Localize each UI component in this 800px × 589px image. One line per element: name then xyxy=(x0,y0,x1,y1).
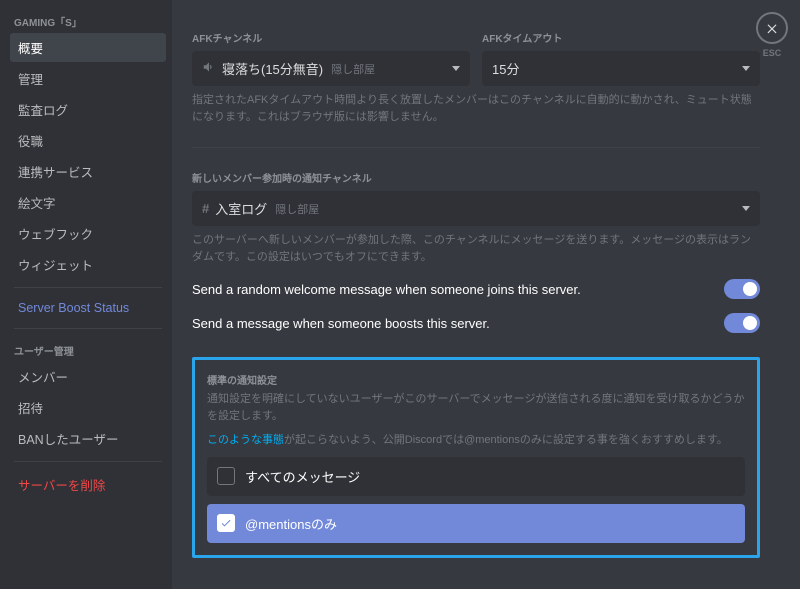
afk-helper-text: 指定されたAFKタイムアウト時間より長く放置したメンバーはこのチャンネルに自動的… xyxy=(192,92,760,125)
section-divider xyxy=(192,147,760,148)
sidebar-item-invites[interactable]: 招待 xyxy=(10,393,166,422)
welcome-message-toggle[interactable] xyxy=(724,279,760,299)
speaker-icon xyxy=(202,60,216,77)
checkbox-unchecked xyxy=(217,467,235,485)
notification-option-all[interactable]: すべてのメッセージ xyxy=(207,457,745,496)
sidebar-item-bans[interactable]: BANしたユーザー xyxy=(10,424,166,453)
sidebar-divider xyxy=(14,328,162,329)
sidebar-item-audit-log[interactable]: 監査ログ xyxy=(10,95,166,124)
sidebar-item-members[interactable]: メンバー xyxy=(10,362,166,391)
checkbox-checked xyxy=(217,514,235,532)
boost-message-toggle[interactable] xyxy=(724,313,760,333)
welcome-channel-label: 新しいメンバー参加時の通知チャンネル xyxy=(192,170,760,185)
sidebar-item-boost[interactable]: Server Boost Status xyxy=(10,296,166,320)
main-content: ESC AFKチャンネル 寝落ち(15分無音) 隠し部屋 AFKタイムアウト 1… xyxy=(172,0,800,589)
sidebar-item-delete-server[interactable]: サーバーを削除 xyxy=(10,470,166,499)
afk-channel-label: AFKチャンネル xyxy=(192,30,470,45)
sidebar-item-widget[interactable]: ウィジェット xyxy=(10,250,166,279)
afk-timeout-select[interactable]: 15分 xyxy=(482,51,760,86)
notification-label: 標準の通知設定 xyxy=(207,372,745,387)
welcome-channel-value: 入室ログ xyxy=(215,199,267,218)
sidebar-item-moderation[interactable]: 管理 xyxy=(10,64,166,93)
chevron-down-icon xyxy=(742,206,750,211)
welcome-channel-category: 隠し部屋 xyxy=(275,201,319,217)
afk-timeout-value: 15分 xyxy=(492,59,519,78)
user-management-title: ユーザー管理 xyxy=(14,343,166,358)
esc-label: ESC xyxy=(756,48,788,58)
welcome-helper-text: このサーバーへ新しいメンバーが参加した際、このチャンネルにメッセージを送ります。… xyxy=(192,232,760,265)
notification-helper-text: 通知設定を明確にしていないユーザーがこのサーバーでメッセージが送信される度に通知… xyxy=(207,391,745,424)
close-button[interactable]: ESC xyxy=(756,12,788,58)
sidebar-divider xyxy=(14,461,162,462)
close-icon[interactable] xyxy=(756,12,788,44)
welcome-channel-select[interactable]: # 入室ログ 隠し部屋 xyxy=(192,191,760,226)
settings-sidebar: GAMING「S」 概要 管理 監査ログ 役職 連携サービス 絵文字 ウェブフッ… xyxy=(0,0,172,589)
sidebar-item-webhooks[interactable]: ウェブフック xyxy=(10,219,166,248)
hash-icon: # xyxy=(202,201,209,216)
chevron-down-icon xyxy=(452,66,460,71)
welcome-toggle-label: Send a random welcome message when someo… xyxy=(192,282,581,297)
sidebar-item-overview[interactable]: 概要 xyxy=(10,33,166,62)
notification-option-mentions[interactable]: @mentionsのみ xyxy=(207,504,745,543)
notification-settings-box: 標準の通知設定 通知設定を明確にしていないユーザーがこのサーバーでメッセージが送… xyxy=(192,357,760,558)
recommendation-link[interactable]: このような事態 xyxy=(207,434,284,446)
option-mentions-label: @mentionsのみ xyxy=(245,514,337,533)
option-all-label: すべてのメッセージ xyxy=(245,467,360,486)
sidebar-item-emoji[interactable]: 絵文字 xyxy=(10,188,166,217)
sidebar-divider xyxy=(14,287,162,288)
sidebar-item-roles[interactable]: 役職 xyxy=(10,126,166,155)
server-name: GAMING「S」 xyxy=(14,14,166,29)
sidebar-item-integrations[interactable]: 連携サービス xyxy=(10,157,166,186)
afk-timeout-label: AFKタイムアウト xyxy=(482,30,760,45)
afk-channel-category: 隠し部屋 xyxy=(331,61,375,77)
chevron-down-icon xyxy=(742,66,750,71)
notification-recommendation: このような事態が起こらないよう、公開Discordでは@mentionsのみに設… xyxy=(207,432,745,449)
boost-toggle-label: Send a message when someone boosts this … xyxy=(192,316,490,331)
afk-channel-value: 寝落ち(15分無音) xyxy=(222,59,323,78)
afk-channel-select[interactable]: 寝落ち(15分無音) 隠し部屋 xyxy=(192,51,470,86)
